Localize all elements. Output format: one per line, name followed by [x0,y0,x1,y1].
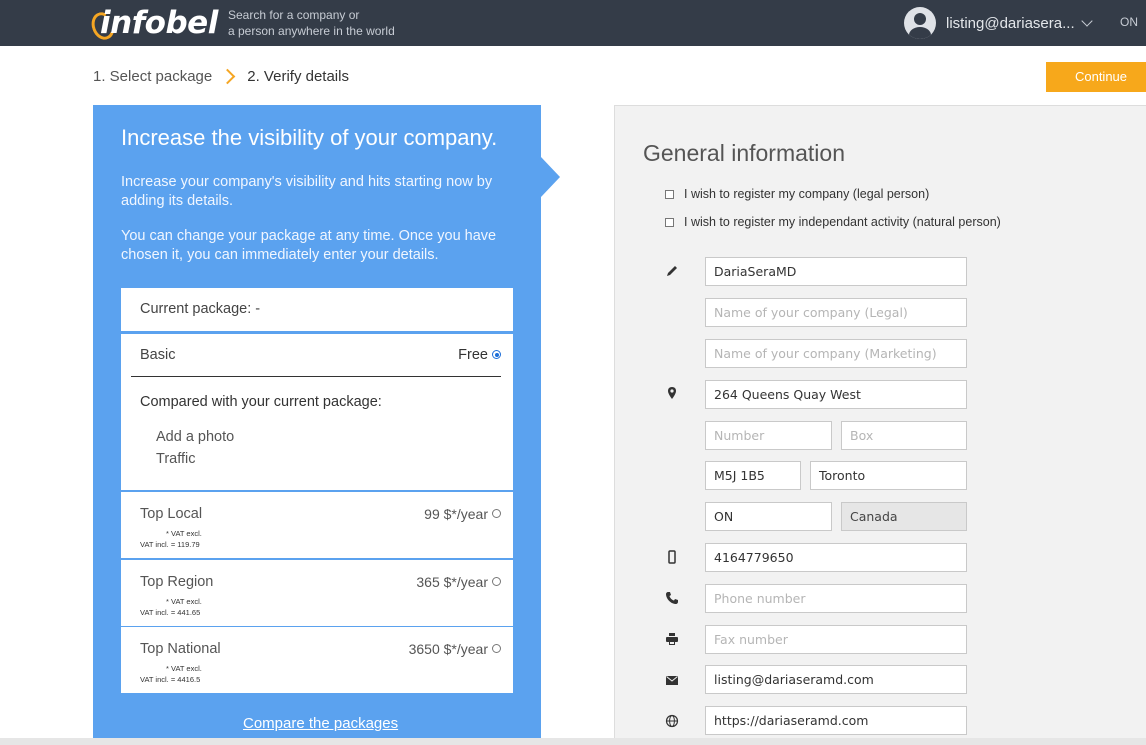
pencil-icon [667,266,677,276]
compare-packages-link[interactable]: Compare the packages [243,715,398,732]
company-legal-name-field[interactable]: Name of your company (Legal) [705,298,967,327]
logo-text: infobel [100,5,218,41]
user-email: listing@dariasera... [946,14,1075,32]
checkbox-label: I wish to register my company (legal per… [684,187,930,201]
street-field[interactable]: 264 Queens Quay West [705,380,967,409]
vat-excl-note: * VAT excl. [166,597,202,606]
company-marketing-name-field[interactable]: Name of your company (Marketing) [705,339,967,368]
checkbox-row-legal[interactable]: I wish to register my company (legal per… [665,187,929,201]
package-price-text: Free [458,347,488,363]
box-field[interactable]: Box [841,421,967,450]
radio-basic[interactable] [492,350,501,359]
general-information-panel: General information I wish to register m… [614,105,1146,738]
chevron-right-icon [219,68,236,84]
tagline-line1: Search for a company or [228,8,360,22]
current-package-box: Current package: - [121,288,513,331]
package-name: Basic [140,347,176,363]
email-field[interactable]: listing@dariaseramd.com [705,665,967,694]
user-menu[interactable]: listing@dariasera... [904,6,1093,40]
search-tagline[interactable]: Search for a company or a person anywher… [228,7,408,39]
package-name: Top National [140,641,221,657]
location-pin-icon [668,387,676,399]
compared-label: Compared with your current package: [140,394,382,410]
package-price: 3650 $*/year [408,641,488,657]
divider [131,376,501,377]
breadcrumb-step-verify-details: 2. Verify details [247,67,349,85]
radio-top-national[interactable] [492,644,501,653]
vat-excl-note: * VAT excl. [166,529,202,538]
postal-code-field[interactable]: M5J 1B5 [705,461,801,490]
checkbox-legal-person[interactable] [665,189,674,199]
mobile-phone-icon [668,550,676,564]
city-field[interactable]: Toronto [810,461,967,490]
radio-top-region[interactable] [492,577,501,586]
mobile-field[interactable]: 4164779650 [705,543,967,572]
phone-icon [666,592,678,604]
breadcrumb: 1. Select package 2. Verify details [93,66,349,86]
package-option-top-local[interactable]: Top Local 99 $*/year * VAT excl. VAT inc… [121,492,513,558]
radio-top-local[interactable] [492,509,501,518]
package-option-top-national[interactable]: Top National 3650 $*/year * VAT excl. VA… [121,627,513,693]
package-name: Top Local [140,506,203,522]
chevron-down-icon [1080,14,1093,27]
panel-change-text: You can change your package at any time.… [121,228,497,263]
phone-field[interactable]: Phone number [705,584,967,613]
package-price: Free [458,347,488,363]
tagline-line2: a person anywhere in the world [228,24,395,38]
number-field[interactable]: Number [705,421,832,450]
country-field: Canada [841,502,967,531]
vat-excl-note: * VAT excl. [166,664,202,673]
checkbox-natural-person[interactable] [665,217,674,227]
checkbox-label: I wish to register my independant activi… [684,215,1001,229]
feature-item: Add a photo [156,429,235,445]
vat-incl-note: VAT incl. = 4416.5 [140,675,201,684]
feature-item: Traffic [156,451,196,467]
breadcrumb-step-select-package[interactable]: 1. Select package [93,68,212,85]
printer-icon [666,633,678,645]
panel-intro-text: Increase your company's visibility and h… [121,174,493,209]
website-field[interactable]: https://dariaseramd.com [705,706,967,735]
package-option-basic[interactable]: Basic Free Compared with your current pa… [121,334,513,490]
globe-icon [665,714,679,728]
avatar [904,7,936,39]
province-field[interactable]: ON [705,502,832,531]
name-field[interactable]: DariaSeraMD [705,257,967,286]
top-bar: infobel Search for a company or a person… [0,0,1146,46]
section-title: General information [643,140,845,166]
package-panel: Increase the visibility of your company.… [93,105,560,745]
fax-field[interactable]: Fax number [705,625,967,654]
checkbox-row-natural[interactable]: I wish to register my independant activi… [665,215,1001,229]
package-option-top-region[interactable]: Top Region 365 $*/year * VAT excl. VAT i… [121,560,513,626]
package-name: Top Region [140,574,214,590]
horizontal-scrollbar[interactable] [0,738,1146,745]
region-selector[interactable]: ON [1120,15,1138,29]
panel-pointer [541,157,560,197]
panel-title: Increase the visibility of your company. [121,125,498,150]
continue-button[interactable]: Continue [1046,62,1146,92]
package-price: 365 $*/year [416,574,488,590]
vat-incl-note: VAT incl. = 119.79 [140,540,200,549]
infobel-logo[interactable]: infobel [87,4,218,43]
package-price: 99 $*/year [424,506,488,522]
envelope-icon [666,676,678,685]
current-package-label: Current package: - [140,301,261,317]
vat-incl-note: VAT incl. = 441.65 [140,608,201,617]
